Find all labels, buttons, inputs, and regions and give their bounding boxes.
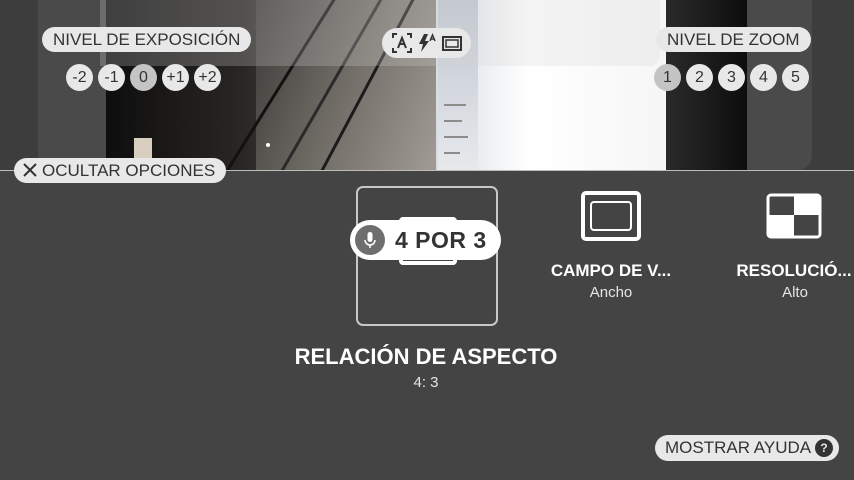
resolution-icon[interactable] <box>766 193 822 239</box>
resolution-value: Alto <box>782 284 808 301</box>
field-of-view-title[interactable]: CAMPO DE V... <box>541 261 681 281</box>
resolution-title[interactable]: RESOLUCIÓ... <box>734 261 854 281</box>
exposure-button-0[interactable]: 0 <box>130 64 157 91</box>
zoom-button-4[interactable]: 4 <box>750 64 777 91</box>
voice-command-hint: 4 POR 3 <box>350 220 501 260</box>
zoom-button-3[interactable]: 3 <box>718 64 745 91</box>
hide-options-label: OCULTAR OPCIONES <box>42 161 216 180</box>
aspect-ratio-title: RELACIÓN DE ASPECTO <box>294 344 558 369</box>
exposure-button-plus-1[interactable]: +1 <box>162 64 189 91</box>
field-of-view-icon[interactable] <box>581 191 641 241</box>
close-icon <box>23 163 37 177</box>
field-of-view-value: Ancho <box>589 284 633 301</box>
show-help-button[interactable]: MOSTRAR AYUDA ? <box>655 435 839 461</box>
auto-mode-icon <box>391 33 412 53</box>
zoom-button-1[interactable]: 1 <box>654 64 681 91</box>
exposure-button-minus-2[interactable]: -2 <box>66 64 93 91</box>
exposure-button-minus-1[interactable]: -1 <box>98 64 125 91</box>
flash-auto-icon <box>418 33 436 52</box>
exposure-level-label: NIVEL DE EXPOSICIÓN <box>42 27 252 52</box>
zoom-level-label: NIVEL DE ZOOM <box>656 27 811 52</box>
zoom-button-2[interactable]: 2 <box>686 64 713 91</box>
aspect-ratio-value: 4: 3 <box>413 374 439 391</box>
zoom-button-5[interactable]: 5 <box>782 64 809 91</box>
exposure-button-plus-2[interactable]: +2 <box>194 64 221 91</box>
help-icon: ? <box>815 439 833 457</box>
aspect-frame-icon <box>441 36 462 51</box>
microphone-icon <box>355 225 385 255</box>
show-help-label: MOSTRAR AYUDA <box>665 438 812 457</box>
camera-mode-indicators[interactable] <box>382 28 471 58</box>
hide-options-button[interactable]: OCULTAR OPCIONES <box>14 158 227 183</box>
voice-hint-text: 4 POR 3 <box>395 227 487 253</box>
